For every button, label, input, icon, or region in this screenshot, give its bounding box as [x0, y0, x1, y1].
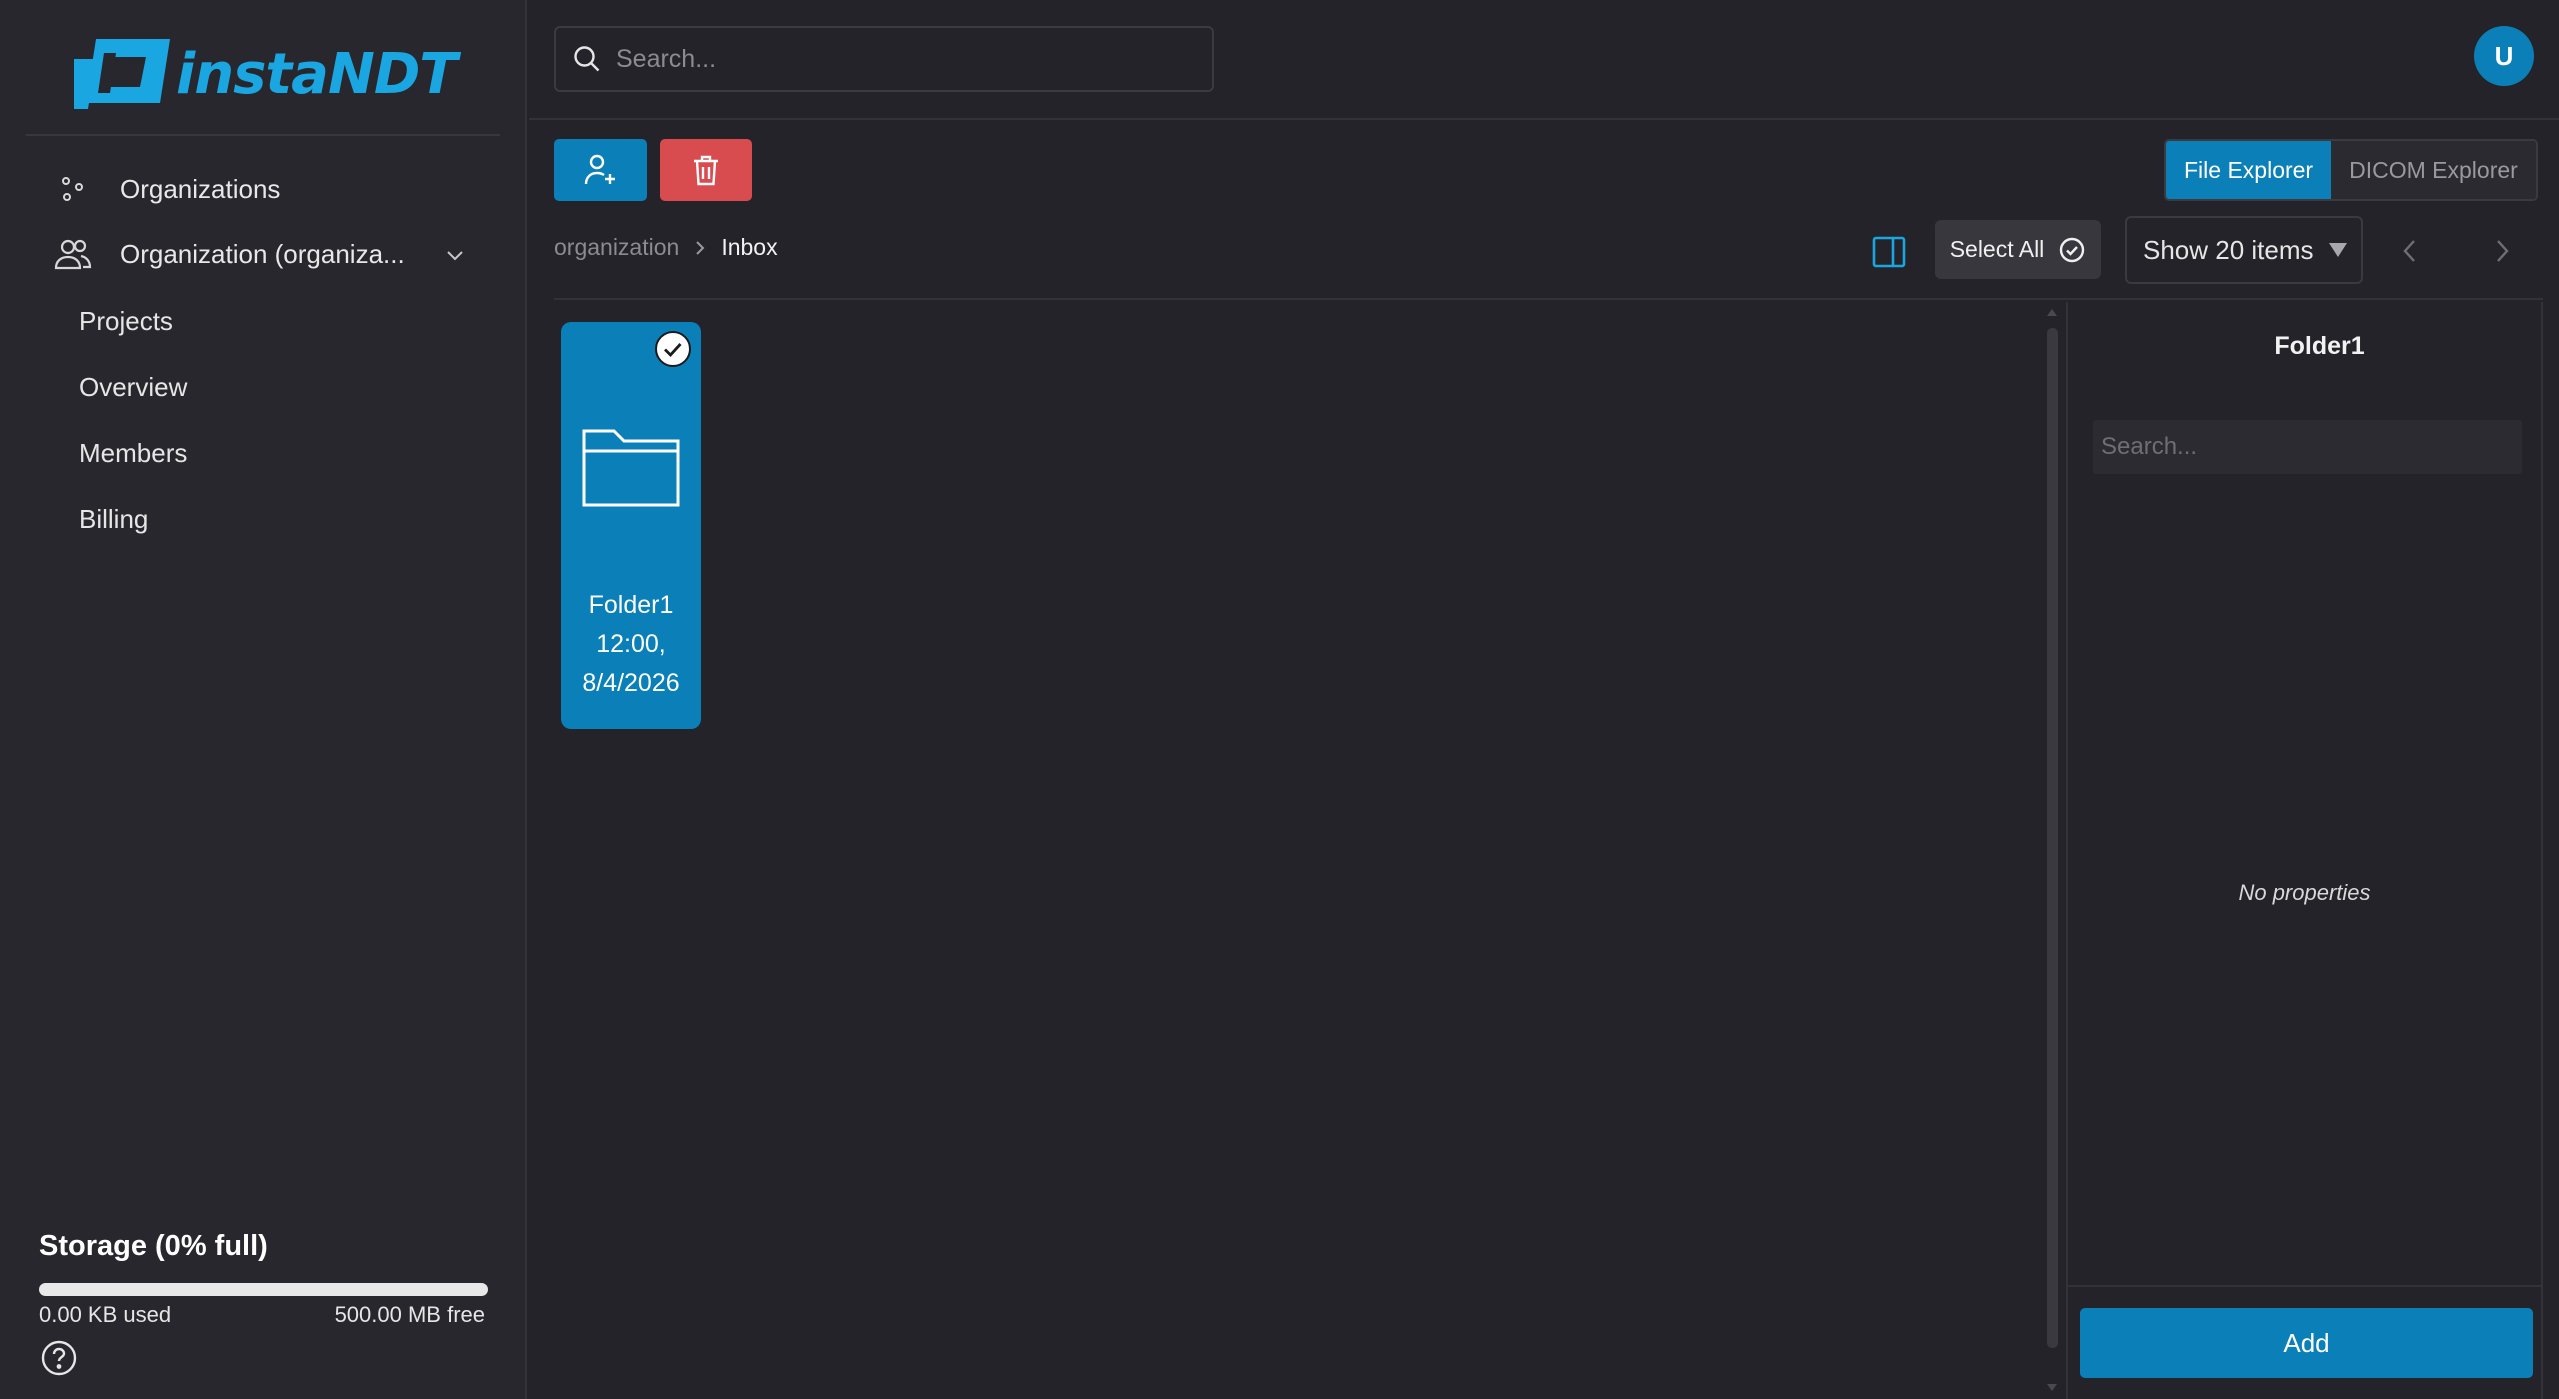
storage-progress-bar — [39, 1283, 488, 1296]
page-size-select[interactable]: Show 20 items — [2125, 216, 2363, 284]
breadcrumb: organization Inbox — [554, 234, 778, 261]
caret-down-icon — [2328, 243, 2347, 257]
next-page-icon[interactable] — [2488, 234, 2516, 268]
avatar[interactable]: U — [2474, 26, 2534, 86]
storage-title: Storage (0% full) — [39, 1230, 268, 1262]
search-input[interactable] — [616, 44, 1176, 74]
add-user-icon — [584, 154, 615, 185]
page-size-label: Show 20 items — [2143, 234, 2314, 265]
scrollbar-thumb[interactable] — [2047, 328, 2058, 1348]
scroll-down-arrow-icon[interactable] — [2044, 1380, 2060, 1394]
selected-check-icon[interactable] — [654, 330, 692, 368]
trash-icon — [694, 155, 718, 186]
tab-file-explorer[interactable]: File Explorer — [2166, 141, 2332, 199]
view-switcher: File Explorer DICOM Explorer — [2164, 139, 2538, 201]
breadcrumb-item-current: Inbox — [721, 234, 778, 260]
sidebar-item-members[interactable]: Members — [79, 438, 187, 469]
search-icon — [574, 46, 600, 72]
properties-search-input[interactable] — [2093, 420, 2522, 474]
logo-mark-icon — [74, 39, 170, 109]
chevron-down-icon[interactable] — [440, 240, 470, 270]
details-footer-divider — [2068, 1285, 2543, 1287]
check-circle-icon — [2060, 237, 2085, 262]
folder-date: 8/4/2026 — [582, 669, 680, 697]
help-icon[interactable] — [39, 1338, 79, 1378]
sidebar-item-billing[interactable]: Billing — [79, 504, 148, 535]
sidebar-item-organization[interactable]: Organization (organiza... — [52, 233, 405, 275]
sidebar-item-label: Organization (organiza... — [120, 238, 405, 269]
folder-icon — [582, 429, 680, 507]
folder-name: Folder1 — [588, 591, 674, 619]
empty-properties-text: No properties — [2238, 880, 2371, 905]
sidebar-item-overview[interactable]: Overview — [79, 372, 187, 403]
sidebar-item-projects[interactable]: Projects — [79, 306, 173, 337]
sidebar-item-label: Organizations — [120, 173, 281, 204]
sidebar-divider — [26, 134, 500, 136]
users-icon — [52, 233, 94, 275]
global-search[interactable] — [554, 26, 1214, 92]
select-all-button[interactable]: Select All — [1935, 220, 2101, 279]
details-title: Folder1 — [2274, 332, 2365, 360]
folder-time: 12:00, — [596, 630, 666, 658]
chevron-right-icon — [696, 240, 705, 255]
select-all-label: Select All — [1949, 236, 2045, 262]
app-logo[interactable]: instaNDT — [74, 36, 458, 112]
sidebar: instaNDT Organizations Organization (org… — [0, 0, 527, 1399]
add-user-button[interactable] — [554, 139, 647, 201]
folder-card[interactable]: Folder1 12:00, 8/4/2026 — [561, 322, 701, 729]
storage-used: 0.00 KB used — [39, 1302, 172, 1327]
breadcrumb-item-organization[interactable]: organization — [554, 234, 679, 261]
content-divider — [554, 298, 2543, 300]
add-property-button[interactable]: Add — [2080, 1308, 2533, 1378]
logo-text: instaNDT — [176, 41, 458, 107]
panel-toggle-icon[interactable] — [1871, 234, 1907, 270]
scroll-up-arrow-icon[interactable] — [2044, 306, 2060, 320]
delete-button[interactable] — [660, 139, 752, 201]
tab-dicom-explorer[interactable]: DICOM Explorer — [2331, 141, 2536, 199]
previous-page-icon[interactable] — [2396, 234, 2424, 268]
organizations-icon — [52, 168, 94, 210]
sidebar-item-organizations[interactable]: Organizations — [52, 168, 280, 210]
storage-free: 500.00 MB free — [334, 1302, 485, 1327]
